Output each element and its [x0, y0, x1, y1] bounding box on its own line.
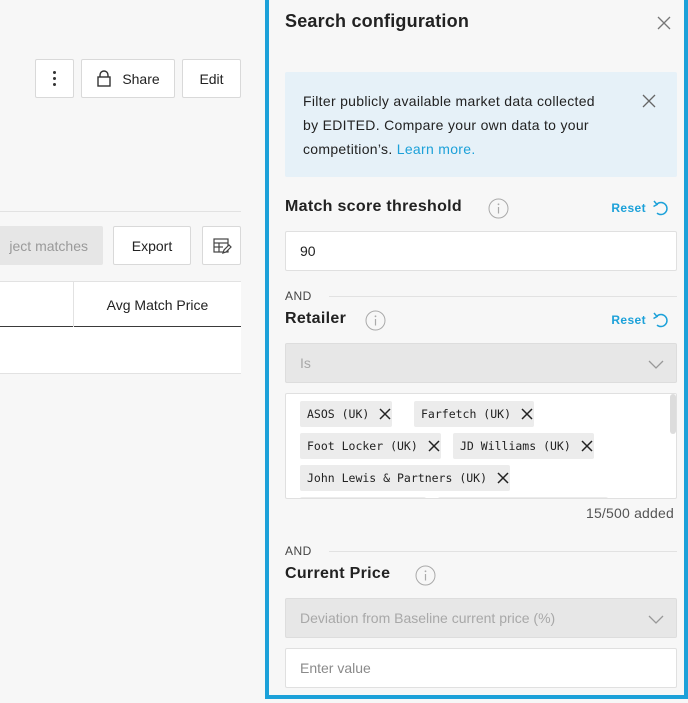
tag-label: Foot Locker (UK): [307, 439, 418, 453]
info-text: Filter publicly available market data co…: [303, 89, 603, 161]
info-icon[interactable]: [415, 565, 436, 586]
table-row: [0, 327, 241, 374]
match-score-value: 90: [300, 243, 316, 259]
current-price-label: Current Price: [285, 565, 391, 582]
tag-label: JD Williams (UK): [460, 439, 571, 453]
retailer-tag: Farfetch (UK): [414, 401, 535, 427]
retailer-tag: JD Williams (UK): [453, 433, 594, 459]
retailer-operator-select[interactable]: Is: [285, 343, 677, 383]
export-button[interactable]: Export: [113, 226, 191, 265]
edit-button[interactable]: Edit: [182, 59, 241, 98]
retailer-tag: Foot Locker (UK): [300, 433, 441, 459]
table-edit-icon: [212, 237, 232, 254]
undo-icon: [653, 200, 668, 216]
retailer-operator-value: Is: [300, 355, 311, 371]
remove-icon[interactable]: [496, 471, 510, 485]
lock-icon: [97, 70, 112, 87]
more-options-button[interactable]: [35, 59, 74, 98]
kebab-icon: [53, 71, 56, 86]
export-label: Export: [131, 237, 173, 254]
retailer-label: Retailer: [285, 310, 347, 327]
panel-title: Search configuration: [285, 11, 470, 31]
match-score-input[interactable]: 90: [285, 231, 677, 271]
and-label: AND: [285, 544, 312, 558]
learn-more-link[interactable]: Learn more.: [397, 141, 476, 157]
close-icon[interactable]: [655, 14, 673, 32]
retailer-count: 15/500 added: [585, 505, 674, 521]
reset-label: Reset: [611, 201, 646, 215]
reset-label: Reset: [611, 313, 646, 327]
info-banner: Filter publicly available market data co…: [285, 72, 677, 177]
retailer-tag: John Lewis & Partners (UK): [300, 465, 511, 491]
remove-icon[interactable]: [378, 407, 392, 421]
tag-label: ASOS (UK): [307, 407, 370, 421]
remove-icon[interactable]: [427, 439, 441, 453]
info-icon[interactable]: [365, 310, 386, 331]
and-divider: [329, 296, 677, 297]
remove-icon[interactable]: [520, 407, 534, 421]
info-icon[interactable]: [488, 198, 509, 219]
retailer-tag: ASOS (UK): [300, 401, 393, 427]
and-divider: [329, 551, 677, 552]
column-header-avg-match-price[interactable]: Avg Match Price: [74, 282, 241, 327]
column-header-label: Avg Match Price: [106, 296, 209, 313]
background-page: Share Edit ject matches Export Avg Match…: [0, 0, 266, 703]
table-header: Avg Match Price: [0, 281, 241, 328]
match-score-reset-button[interactable]: Reset: [611, 200, 670, 216]
tag-label: John Lewis & Partners (UK): [307, 471, 488, 485]
edit-label: Edit: [199, 70, 224, 87]
remove-icon[interactable]: [580, 439, 594, 453]
undo-icon: [653, 312, 668, 328]
current-price-value-input[interactable]: Enter value: [285, 648, 677, 688]
search-configuration-panel: Search configuration Filter publicly ava…: [265, 0, 688, 699]
current-price-mode-value: Deviation from Baseline current price (%…: [300, 610, 556, 626]
tag-label: Farfetch (UK): [421, 407, 512, 421]
retailer-tag-partial: [438, 497, 608, 498]
match-score-label: Match score threshold: [285, 198, 463, 215]
and-label: AND: [285, 289, 312, 303]
tags-scrollbar[interactable]: [670, 394, 676, 434]
current-price-placeholder: Enter value: [300, 660, 371, 676]
chevron-down-icon: [648, 615, 664, 624]
divider: [0, 211, 241, 212]
retailer-tags[interactable]: ASOS (UK) Farfetch (UK) Foot Locker (UK)…: [285, 393, 677, 499]
current-price-mode-select[interactable]: Deviation from Baseline current price (%…: [285, 598, 677, 638]
dismiss-icon[interactable]: [641, 93, 657, 109]
column-settings-button[interactable]: [202, 226, 241, 265]
retailer-tag-partial: [300, 497, 426, 498]
share-button[interactable]: Share: [81, 59, 175, 98]
reject-matches-label: ject matches: [9, 237, 88, 254]
retailer-reset-button[interactable]: Reset: [611, 312, 670, 328]
share-label: Share: [122, 70, 160, 87]
reject-matches-button[interactable]: ject matches: [0, 226, 103, 265]
chevron-down-icon: [648, 360, 664, 369]
